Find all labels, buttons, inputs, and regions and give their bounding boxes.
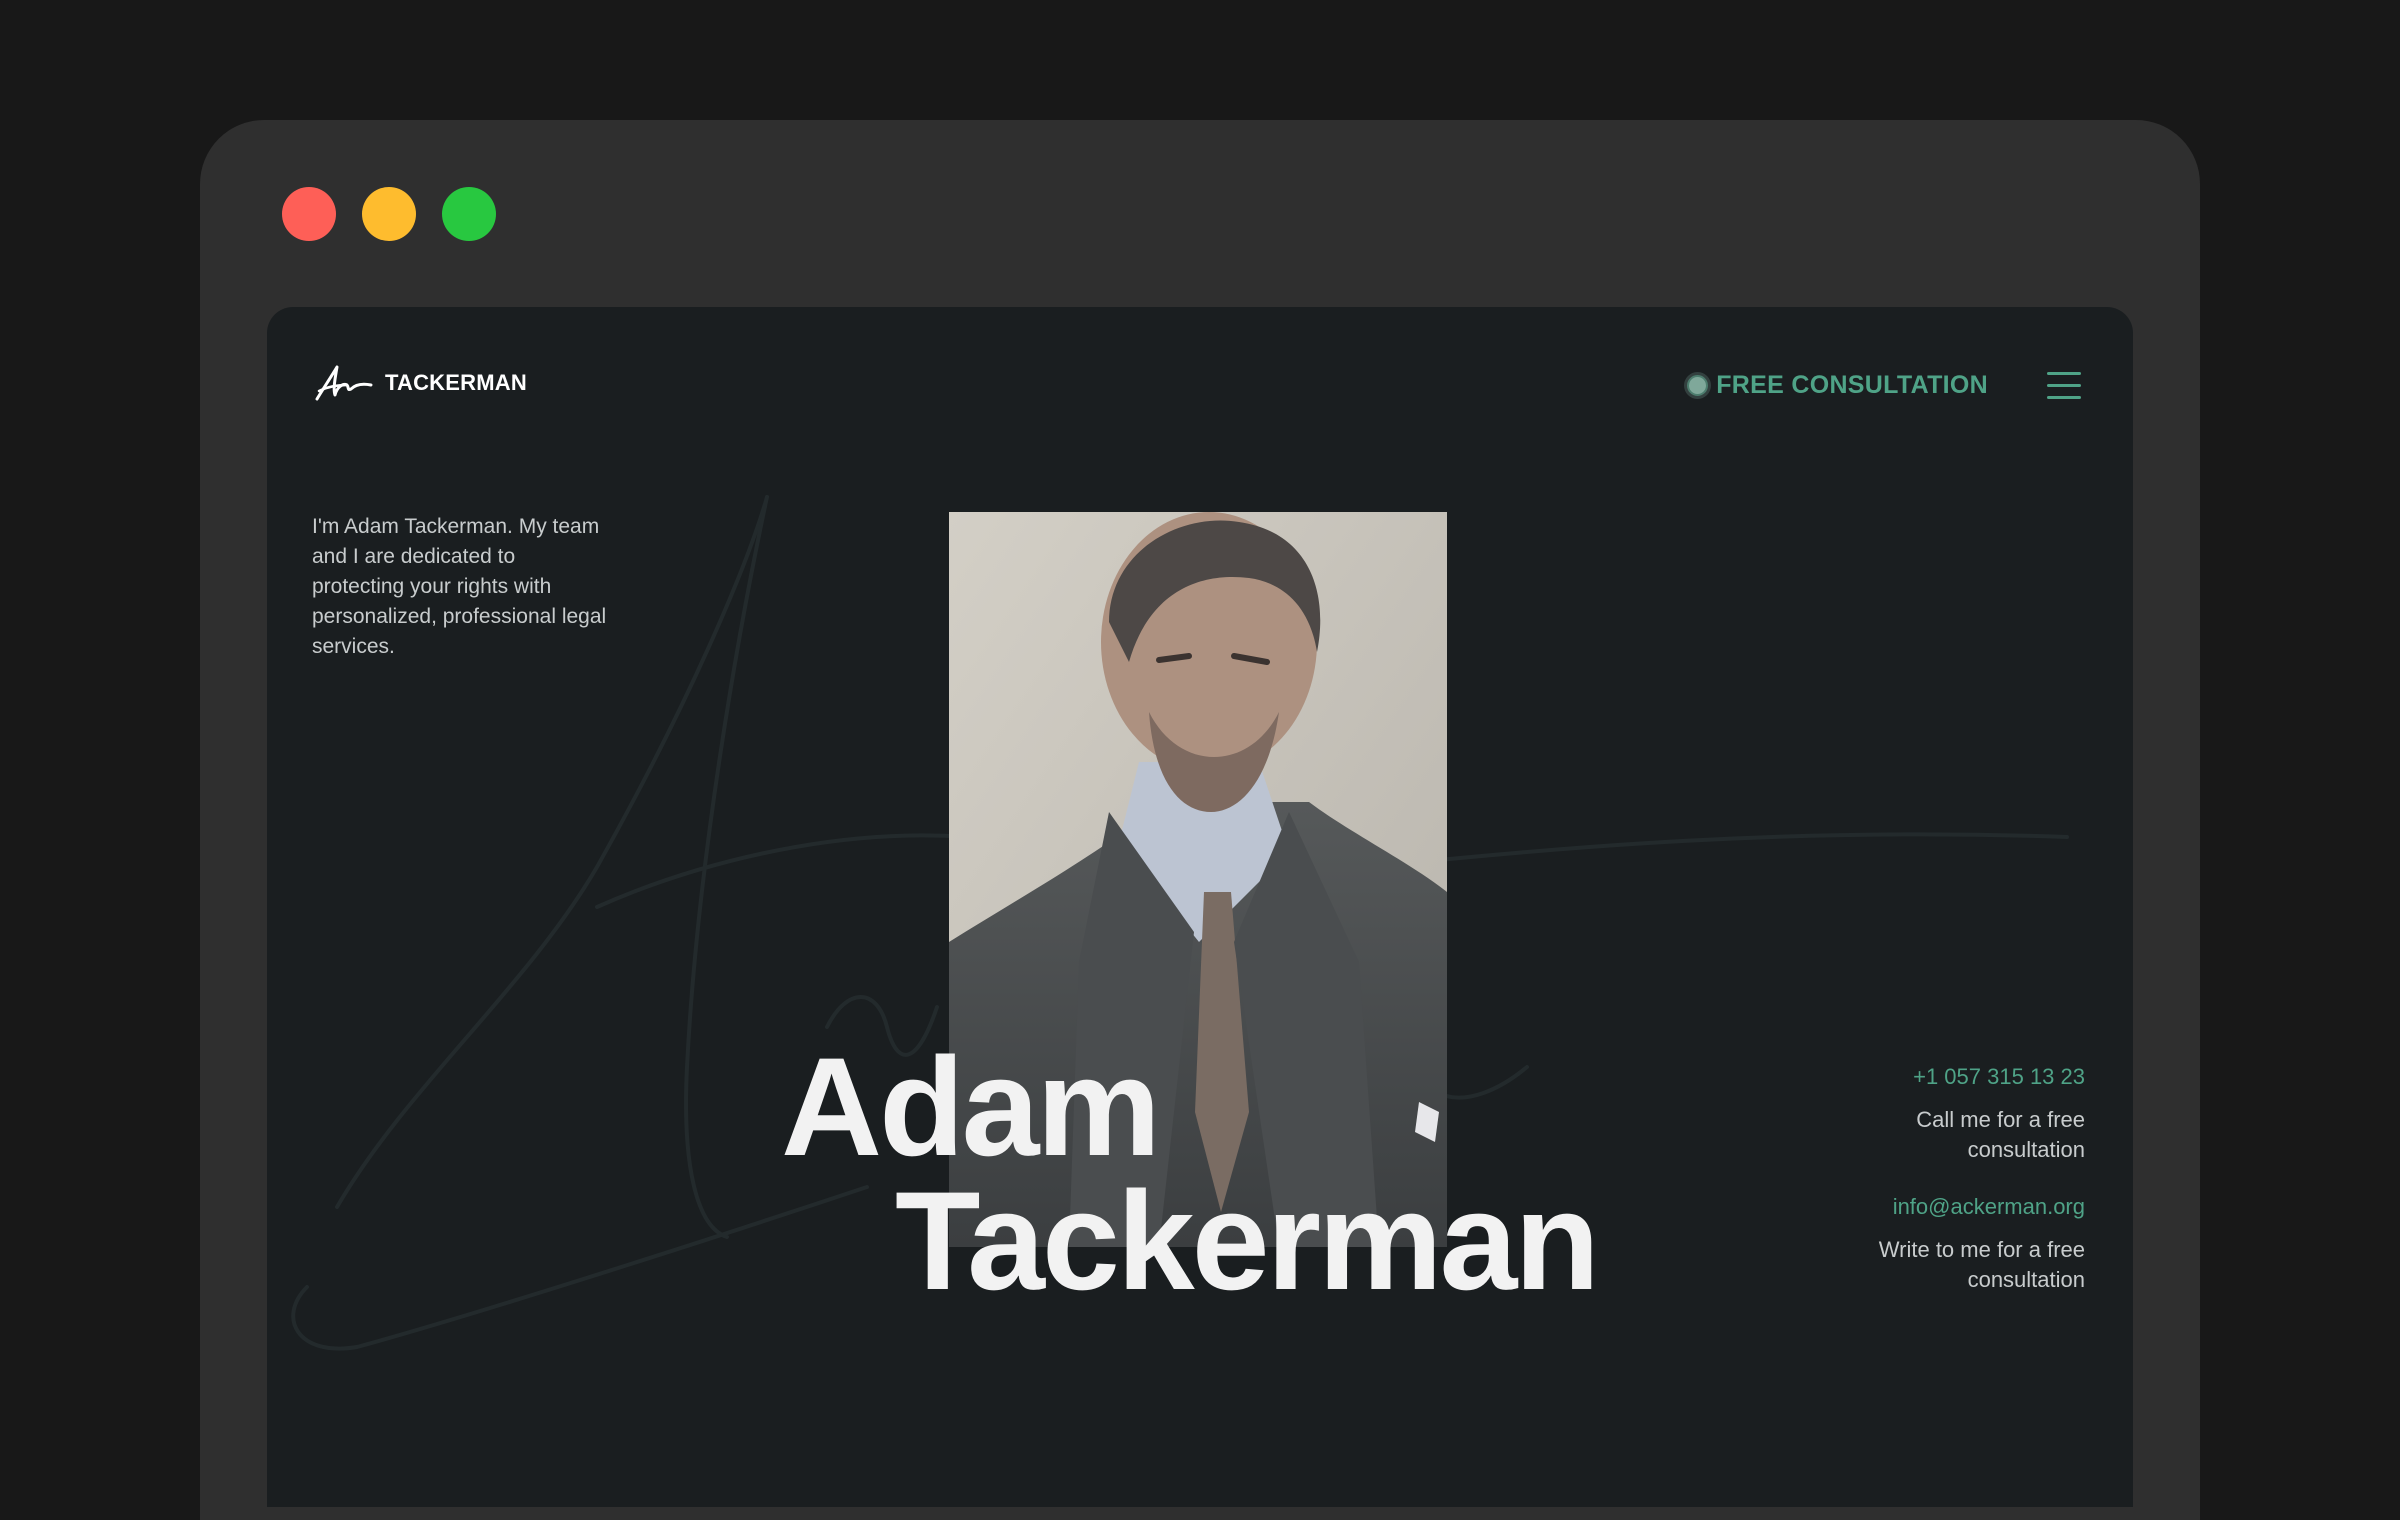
menu-line [2047,372,2081,375]
email-contact: info@ackerman.org Write to me for a free… [1845,1192,2085,1295]
hamburger-menu-icon[interactable] [2047,372,2081,400]
intro-text: I'm Adam Tackerman. My team and I are de… [312,515,607,658]
minimize-window-button[interactable] [362,187,416,241]
email-note: Write to me for a free consultation [1878,1237,2085,1292]
menu-line [2047,396,2081,399]
free-consultation-label: FREE CONSULTATION [1716,371,1988,399]
hero-first-name: Adam [781,1028,1161,1185]
phone-link[interactable]: +1 057 315 13 23 [1845,1062,2085,1092]
brand-name: TACKERMAN [385,370,527,395]
menu-line [2047,384,2081,387]
brand-logo[interactable]: TACKERMAN [313,363,527,403]
phone-contact: +1 057 315 13 23 Call me for a free cons… [1845,1062,2085,1165]
hero-last-name: Tackerman [895,1162,1600,1319]
signature-logo-icon [313,363,375,403]
status-dot-icon [1687,375,1709,396]
free-consultation-button[interactable]: FREE CONSULTATION [1687,371,1988,400]
maximize-window-button[interactable] [442,187,496,241]
web-page: TACKERMAN FREE CONSULTATION I'm Adam Tac… [267,307,2133,1507]
phone-note: Call me for a free consultation [1916,1107,2085,1162]
close-window-button[interactable] [282,187,336,241]
email-link[interactable]: info@ackerman.org [1845,1192,2085,1222]
